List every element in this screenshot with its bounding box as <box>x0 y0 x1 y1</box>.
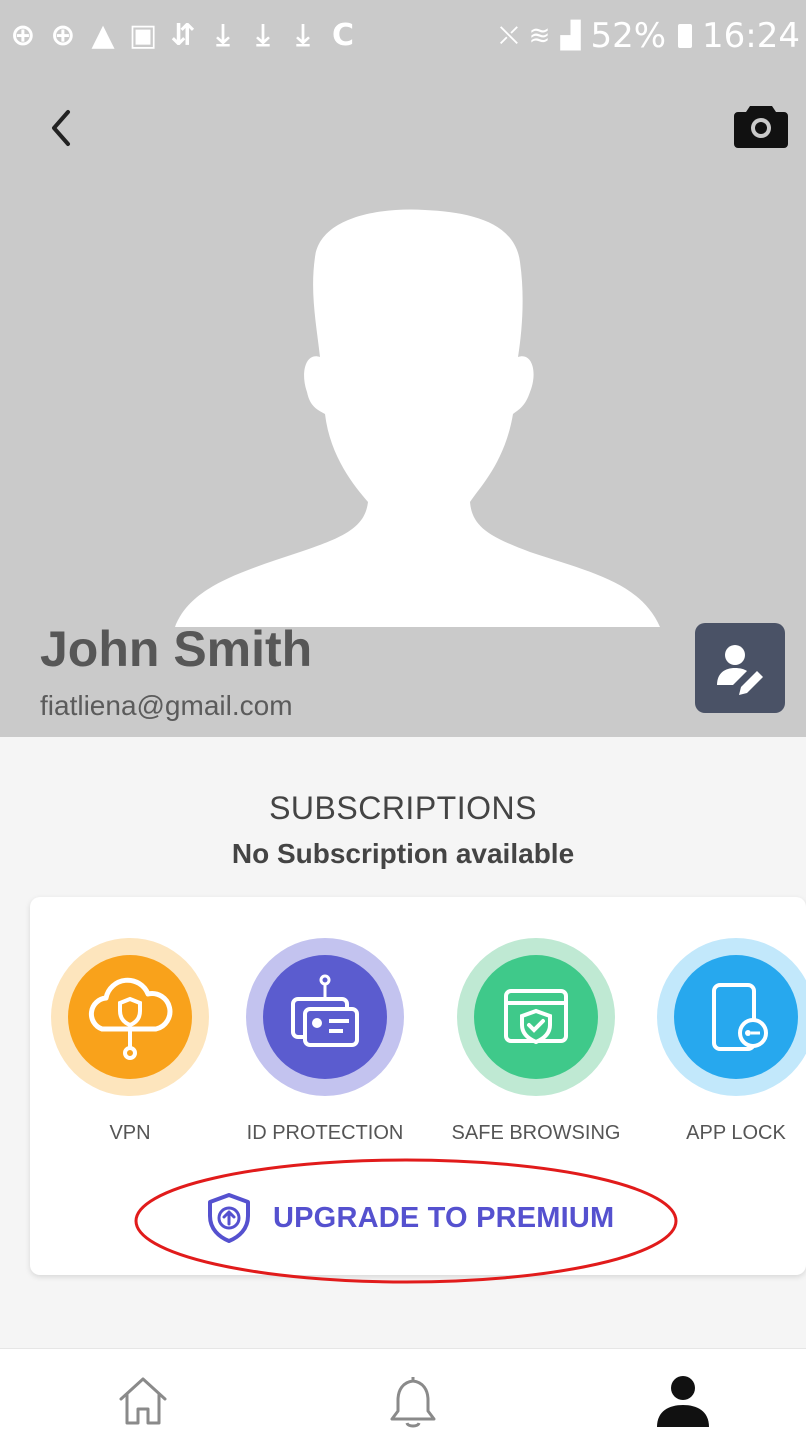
subscription-status: No Subscription available <box>231 838 575 869</box>
camera-icon <box>734 106 788 148</box>
signal-icon: ▟ <box>560 21 581 51</box>
profile-screen: ⊕ ⊕ ▲ ▣ ⇵ ⤓ ⤓ ⤓ C ⛌ ≋ ▟ 52% 16:24 John S… <box>0 0 806 1441</box>
download-icon: ⤓ <box>216 18 230 53</box>
subscriptions-title: SUBSCRIPTIONS <box>269 790 537 826</box>
mute-icon: ⛌ <box>499 20 519 51</box>
battery-icon <box>678 24 693 48</box>
edit-profile-icon <box>717 645 763 695</box>
wifi-icon: ≋ <box>528 21 551 51</box>
edit-profile-button[interactable] <box>695 623 785 713</box>
warning-icon: ▲ <box>91 18 115 53</box>
home-icon <box>119 1377 167 1425</box>
phone-key-icon <box>657 938 806 1096</box>
avatar-placeholder <box>175 209 660 627</box>
sync-icon: ⇵ <box>170 18 196 53</box>
nav-profile[interactable] <box>653 1371 713 1431</box>
profile-name: John Smith <box>40 621 313 677</box>
camera-button[interactable] <box>734 100 788 150</box>
nav-home[interactable] <box>113 1371 173 1431</box>
profile-email: fiatliena@gmail.com <box>40 690 293 721</box>
feature-label: APP LOCK <box>686 1122 786 1144</box>
feature-id-protection[interactable]: ID PROTECTION <box>225 937 425 1145</box>
notification-icon: ⊕ <box>10 18 36 53</box>
bell-icon <box>390 1377 436 1428</box>
browser-shield-icon <box>457 938 615 1096</box>
shield-up-arrow-icon <box>208 1193 250 1243</box>
bottom-navigation <box>0 1348 806 1441</box>
chevron-left-icon <box>52 110 70 146</box>
app-c-icon: C <box>331 18 355 53</box>
feature-vpn[interactable]: VPN <box>30 937 230 1145</box>
user-icon <box>657 1376 709 1427</box>
nav-notifications[interactable] <box>383 1371 443 1431</box>
upgrade-to-premium-button[interactable]: UPGRADE TO PREMIUM <box>205 1192 614 1244</box>
battery-percent: 52% <box>590 16 667 56</box>
vpn-cloud-shield-icon <box>51 938 209 1096</box>
feature-label: VPN <box>109 1122 151 1144</box>
feature-safe-browsing[interactable]: SAFE BROWSING <box>436 937 636 1145</box>
upgrade-label: UPGRADE TO PREMIUM <box>273 1201 615 1234</box>
feature-label: SAFE BROWSING <box>451 1122 621 1144</box>
profile-header: John Smith fiatliena@gmail.com <box>0 72 806 737</box>
notification-icon: ⊕ <box>50 18 76 53</box>
download-icon: ⤓ <box>296 18 310 53</box>
image-icon: ▣ <box>128 18 158 53</box>
back-button[interactable] <box>36 102 88 154</box>
id-card-icon <box>246 938 404 1096</box>
feature-label: ID PROTECTION <box>246 1122 404 1144</box>
notification-icons: ⊕ ⊕ ▲ ▣ ⇵ ⤓ ⤓ ⤓ C <box>8 16 358 56</box>
clock: 16:24 <box>702 16 800 56</box>
download-icon: ⤓ <box>256 18 270 53</box>
status-right: ⛌ ≋ ▟ 52% 16:24 <box>499 16 800 56</box>
status-bar: ⊕ ⊕ ▲ ▣ ⇵ ⤓ ⤓ ⤓ C ⛌ ≋ ▟ 52% 16:24 <box>0 0 806 72</box>
feature-app-lock[interactable]: APP LOCK <box>636 937 806 1145</box>
